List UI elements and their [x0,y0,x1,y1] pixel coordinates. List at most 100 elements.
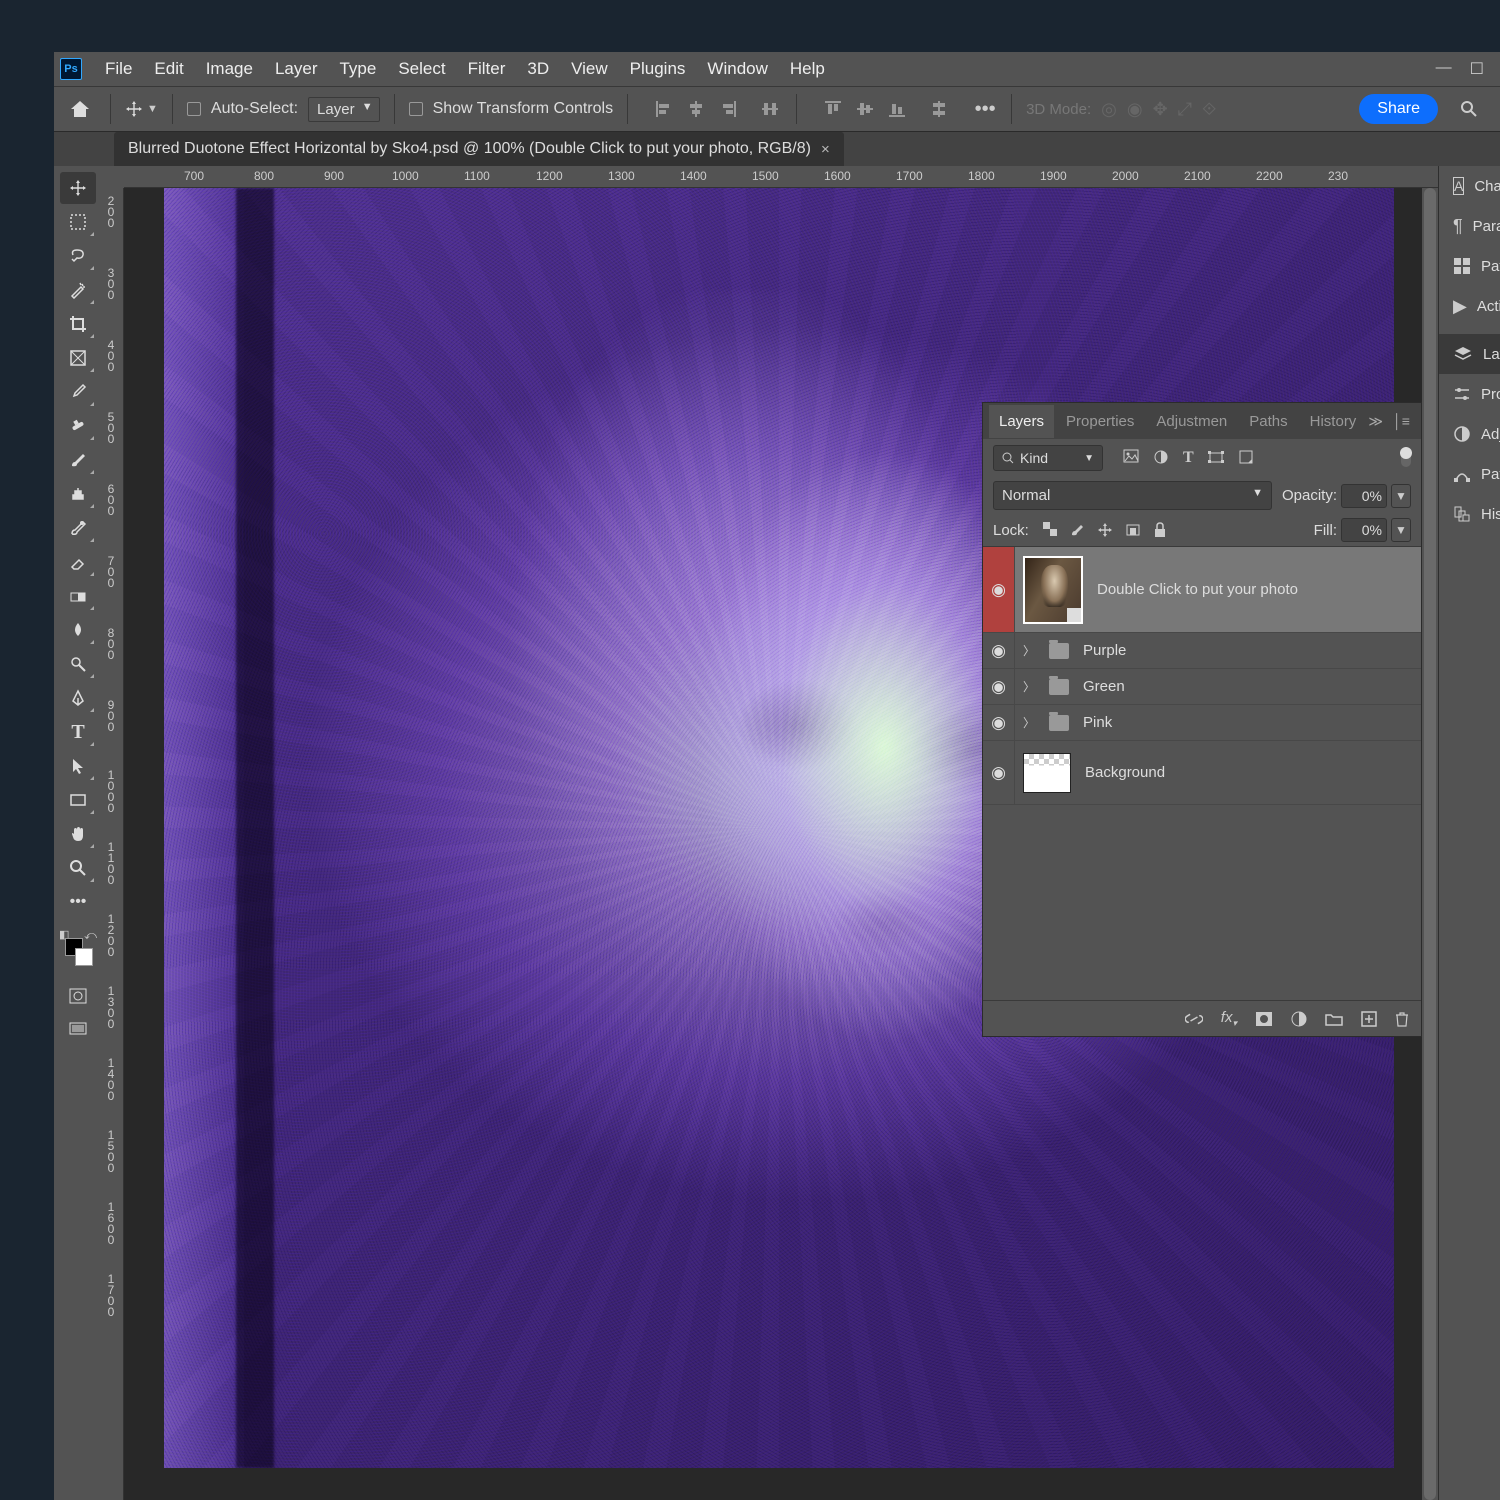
zoom-tool[interactable] [60,852,96,884]
expand-arrow-icon[interactable]: 〉 [1023,678,1035,695]
menu-edit[interactable]: Edit [143,51,194,87]
fill-dropdown[interactable]: ▼ [1391,518,1411,542]
magic-wand-tool[interactable] [60,274,96,306]
panel-actions[interactable]: ▶Actio [1439,286,1500,326]
current-tool-icon[interactable]: ▼ [125,100,158,118]
panel-properties[interactable]: Prop [1439,374,1500,414]
layer-visibility[interactable]: ◉ [983,633,1015,668]
link-layers-icon[interactable] [1185,1013,1203,1025]
panel-layers[interactable]: Layer [1439,334,1500,374]
rectangle-tool[interactable] [60,784,96,816]
filter-pixel-icon[interactable] [1123,449,1139,467]
3d-roll-icon[interactable]: ◉ [1127,99,1143,120]
blur-tool[interactable] [60,614,96,646]
3d-orbit-icon[interactable]: ◎ [1101,99,1117,120]
layer-row[interactable]: ◉ 〉 Pink [983,705,1421,741]
lasso-tool[interactable] [60,240,96,272]
3d-pan-icon[interactable]: ✥ [1153,99,1168,120]
layer-visibility[interactable]: ◉ [983,741,1015,804]
panel-patterns[interactable]: Patte [1439,246,1500,286]
new-group-icon[interactable] [1325,1012,1343,1026]
filter-toggle[interactable] [1401,449,1411,467]
filter-kind-select[interactable]: Kind▼ [993,445,1103,471]
layer-row[interactable]: ◉ Background [983,741,1421,805]
3d-slide-icon[interactable]: ⤢ [1178,99,1192,120]
tab-properties[interactable]: Properties [1056,405,1144,438]
new-adjust-layer-icon[interactable] [1291,1011,1307,1027]
menu-select[interactable]: Select [387,51,456,87]
menu-type[interactable]: Type [328,51,387,87]
screen-mode-icon[interactable] [60,1014,96,1046]
align-center-h-icon[interactable] [684,97,708,121]
layer-name[interactable]: Double Click to put your photo [1097,581,1298,598]
filter-adjustment-icon[interactable] [1153,449,1169,467]
lock-position-icon[interactable] [1097,522,1113,538]
3d-zoom-icon[interactable]: ⟐ [1202,99,1216,120]
lock-all-icon[interactable] [1153,522,1167,538]
menu-image[interactable]: Image [195,51,264,87]
menu-window[interactable]: Window [696,51,778,87]
filter-type-icon[interactable]: T [1183,449,1194,467]
opacity-input[interactable]: 0% [1341,484,1387,508]
layer-visibility[interactable]: ◉ [983,705,1015,740]
quick-mask-icon[interactable] [60,980,96,1012]
color-swatch[interactable]: ◧ ⤺ [59,928,97,966]
vertical-scrollbar[interactable] [1422,188,1438,1500]
layer-name[interactable]: Background [1085,764,1165,781]
align-right-icon[interactable] [716,97,740,121]
smart-object-thumb[interactable] [1023,556,1083,624]
align-top-icon[interactable] [821,97,845,121]
panel-character[interactable]: AChara [1439,166,1500,206]
panel-paths[interactable]: Paths [1439,454,1500,494]
auto-select-target[interactable]: Layer ▼ [308,97,380,122]
opacity-dropdown[interactable]: ▼ [1391,484,1411,508]
layer-name[interactable]: Pink [1083,714,1112,731]
add-mask-icon[interactable] [1255,1011,1273,1027]
path-selection-tool[interactable] [60,750,96,782]
frame-tool[interactable] [60,342,96,374]
crop-tool[interactable] [60,308,96,340]
new-layer-icon[interactable] [1361,1011,1377,1027]
menu-view[interactable]: View [560,51,619,87]
tab-adjustments[interactable]: Adjustmen [1146,405,1237,438]
menu-file[interactable]: File [94,51,143,87]
edit-toolbar[interactable]: ••• [60,886,96,918]
menu-plugins[interactable]: Plugins [619,51,697,87]
more-options-icon[interactable]: ••• [973,97,997,121]
filter-smart-icon[interactable] [1238,449,1254,467]
eyedropper-tool[interactable] [60,376,96,408]
pen-tool[interactable] [60,682,96,714]
align-bottom-icon[interactable] [885,97,909,121]
maximize-button[interactable]: ☐ [1470,59,1484,79]
align-middle-icon[interactable] [853,97,877,121]
hand-tool[interactable] [60,818,96,850]
home-button[interactable] [64,95,96,123]
layer-row[interactable]: ◉ 〉 Green [983,669,1421,705]
expand-arrow-icon[interactable]: 〉 [1023,642,1035,659]
menu-filter[interactable]: Filter [457,51,517,87]
blend-mode-select[interactable]: Normal▼ [993,481,1272,510]
show-transform-checkbox[interactable] [409,102,423,116]
swap-colors-icon[interactable]: ⤺ [84,928,97,943]
lock-transparency-icon[interactable] [1043,522,1057,538]
menu-layer[interactable]: Layer [264,51,329,87]
clone-stamp-tool[interactable] [60,478,96,510]
layer-visibility[interactable]: ◉ [983,547,1015,632]
panel-collapse-icon[interactable]: ≫ [1368,413,1383,430]
filter-shape-icon[interactable] [1208,449,1224,467]
type-tool[interactable]: T [60,716,96,748]
dodge-tool[interactable] [60,648,96,680]
distribute-icon[interactable] [758,97,782,121]
auto-select-checkbox[interactable] [187,102,201,116]
layer-name[interactable]: Purple [1083,642,1126,659]
search-icon[interactable] [1460,100,1478,118]
layer-fx-icon[interactable]: fx▾ [1221,1009,1237,1029]
healing-brush-tool[interactable] [60,410,96,442]
share-button[interactable]: Share [1359,94,1438,124]
layer-name[interactable]: Green [1083,678,1125,695]
gradient-tool[interactable] [60,580,96,612]
layer-row[interactable]: ◉ 〉 Purple [983,633,1421,669]
tab-layers[interactable]: Layers [989,405,1054,438]
brush-tool[interactable] [60,444,96,476]
marquee-tool[interactable] [60,206,96,238]
